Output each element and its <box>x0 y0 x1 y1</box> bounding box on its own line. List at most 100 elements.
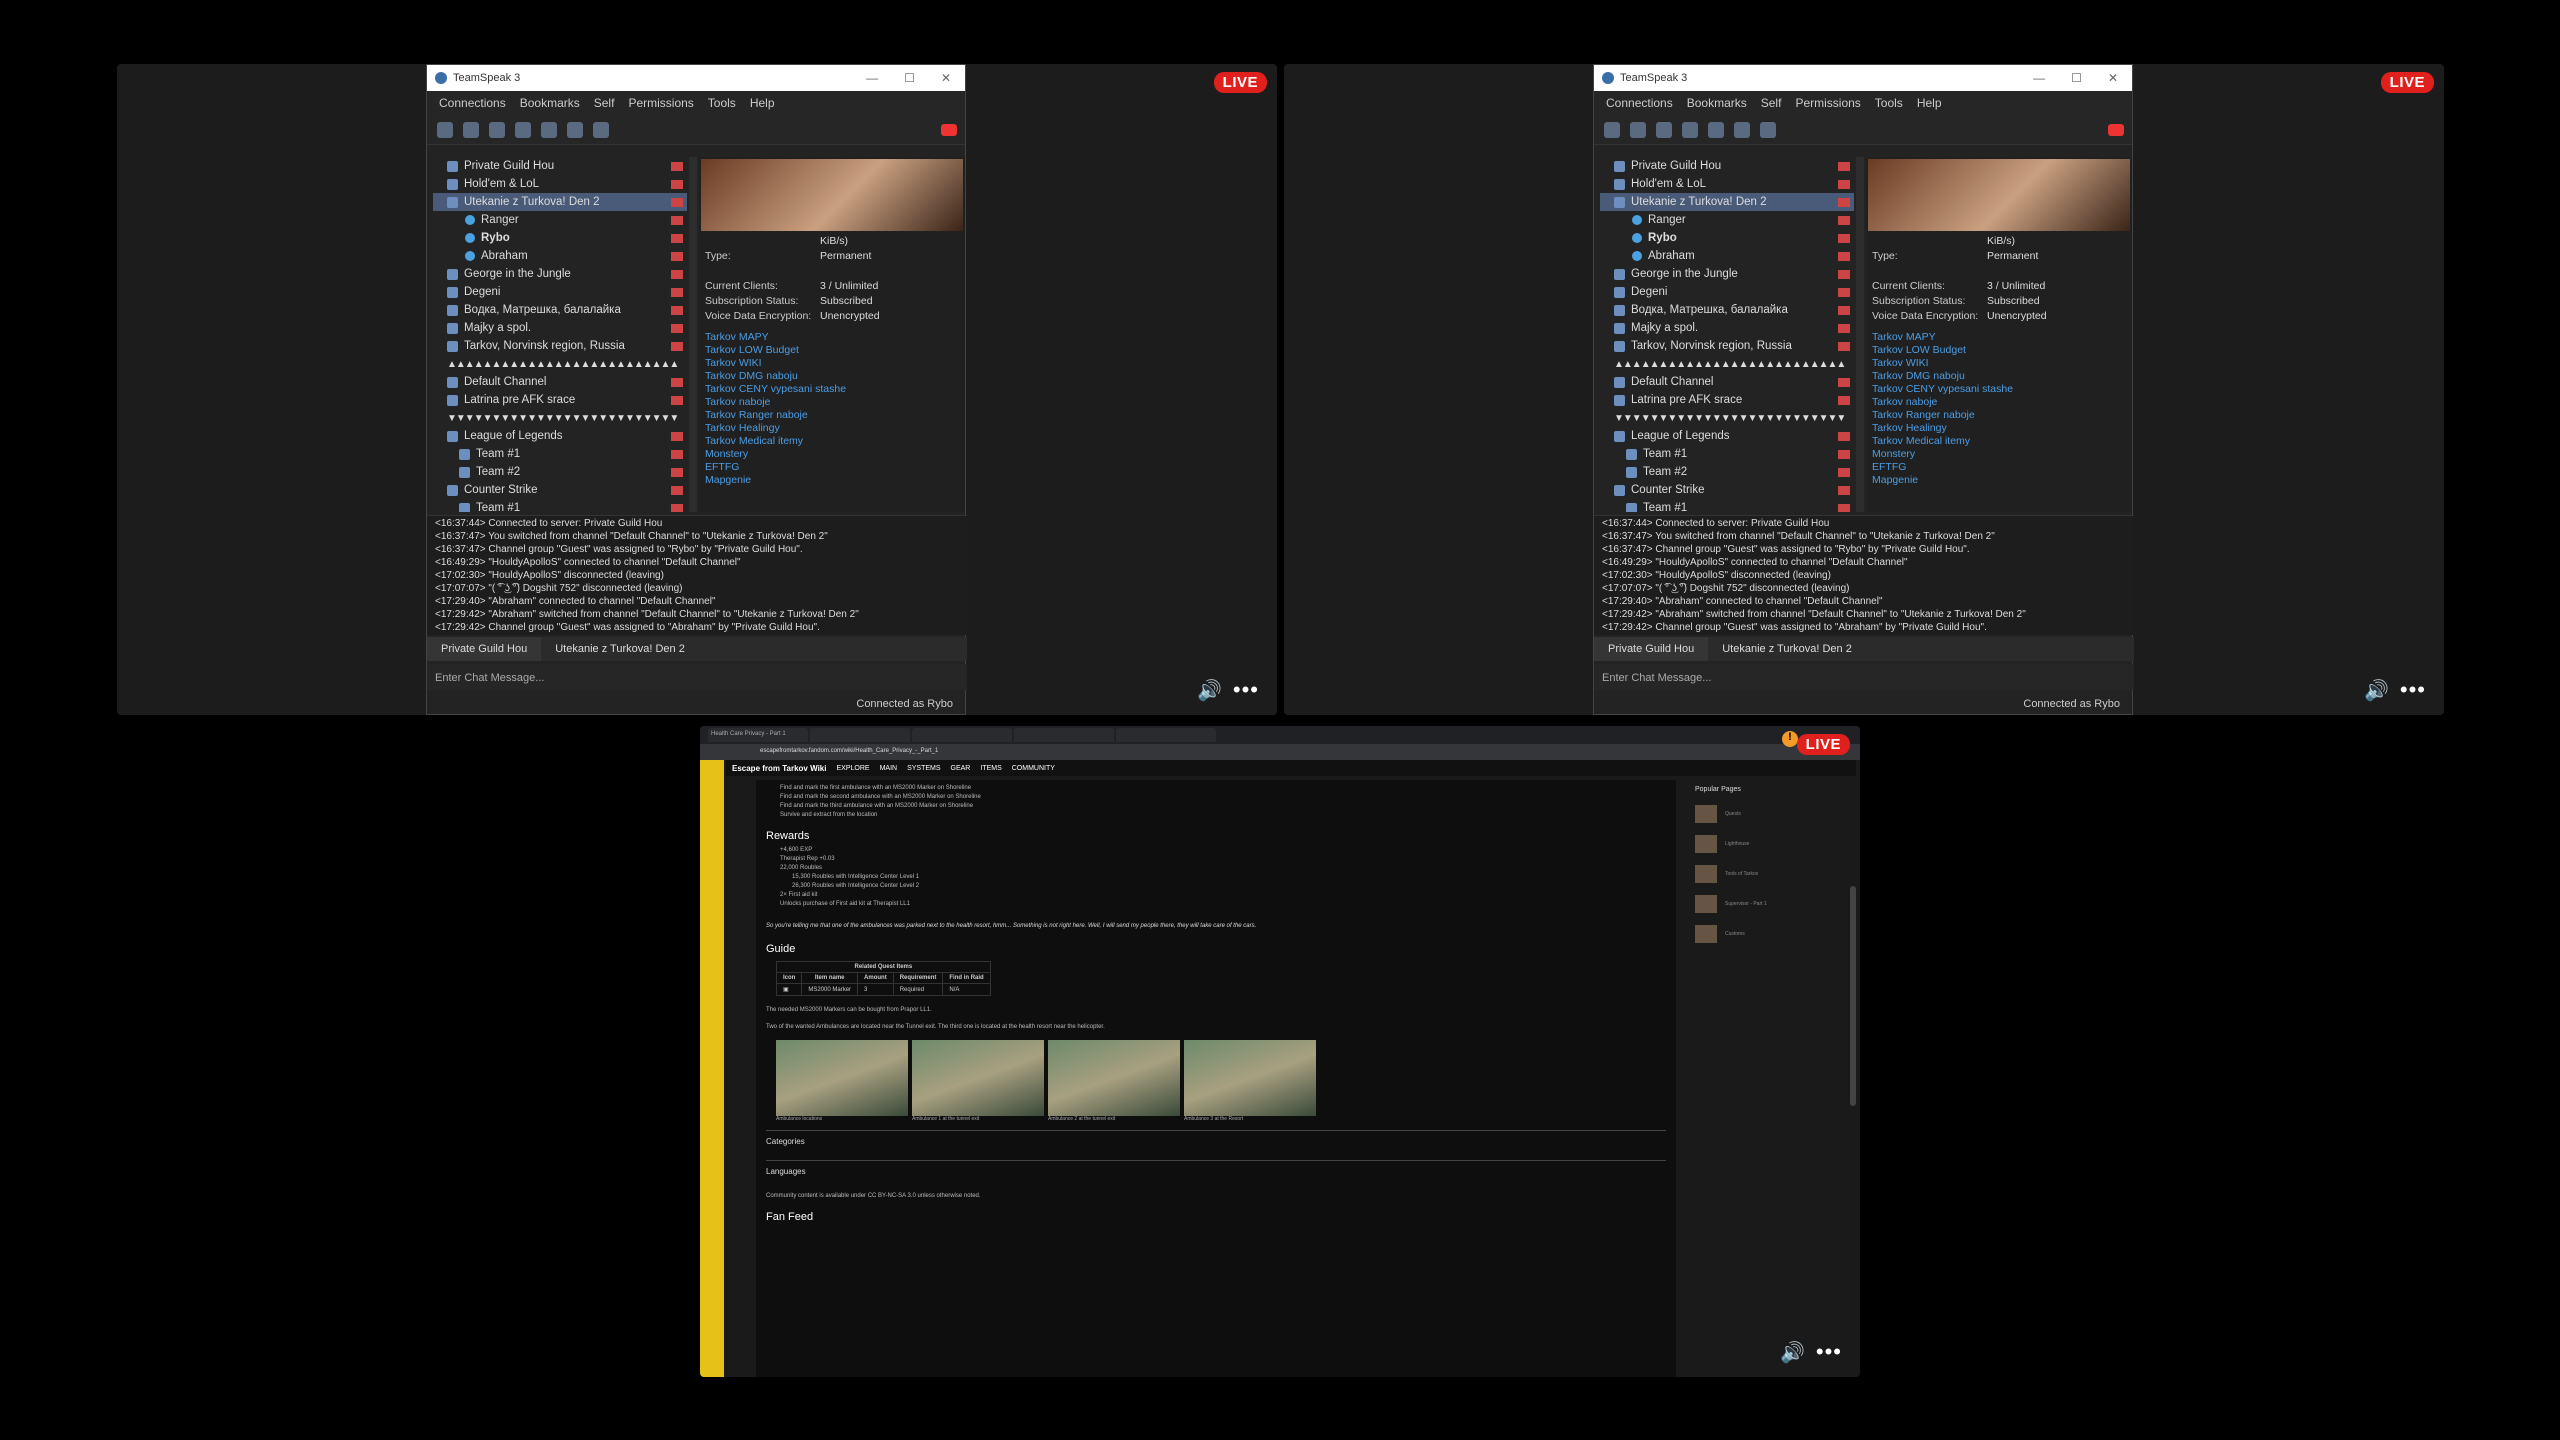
subscribe-icon[interactable] <box>1708 121 1724 138</box>
spacer[interactable]: ▼▼▼▼▼▼▼▼▼▼▼▼▼▼▼▼▼▼▼▼▼▼▼▼▼▼ <box>1600 409 1854 427</box>
popular-item[interactable]: Tools of Tarkov <box>1695 859 1855 889</box>
channel-link[interactable]: Tarkov Ranger naboje <box>1872 409 2126 422</box>
channel-link[interactable]: Mapgenie <box>1872 474 2126 487</box>
volume-icon[interactable]: 🔊 <box>1780 1340 1805 1365</box>
channel-item[interactable]: Degeni <box>1600 283 1854 301</box>
youtube-icon[interactable] <box>941 123 957 136</box>
channel-item[interactable]: Tarkov, Norvinsk region, Russia <box>433 337 687 355</box>
address-bar[interactable]: escapefromtarkov.fandom.com/wiki/Health_… <box>700 744 1860 760</box>
channel-item[interactable]: Degeni <box>433 283 687 301</box>
channel-item[interactable]: Utekanie z Turkova! Den 2 <box>1600 193 1854 211</box>
menu-bookmarks[interactable]: Bookmarks <box>520 96 580 110</box>
browser-tab[interactable] <box>1014 728 1114 742</box>
channel-link[interactable]: Tarkov WIKI <box>705 357 959 370</box>
tree-scrollbar[interactable] <box>689 157 697 512</box>
contacts-icon[interactable] <box>567 121 583 138</box>
channel-item[interactable]: Team #1 <box>433 445 687 463</box>
channel-item[interactable]: Tarkov, Norvinsk region, Russia <box>1600 337 1854 355</box>
channel-link[interactable]: Tarkov LOW Budget <box>705 344 959 357</box>
menu-permissions[interactable]: Permissions <box>1795 96 1860 110</box>
popular-item[interactable]: Customs <box>1695 919 1855 949</box>
channel-link[interactable]: Tarkov WIKI <box>1872 357 2126 370</box>
menu-bookmarks[interactable]: Bookmarks <box>1687 96 1747 110</box>
channel-item[interactable]: Default Channel <box>1600 373 1854 391</box>
channel-item[interactable]: Latrina pre AFK srace <box>1600 391 1854 409</box>
menu-permissions[interactable]: Permissions <box>628 96 693 110</box>
channel-link[interactable]: Monstery <box>705 448 959 461</box>
client-item[interactable]: Ranger <box>1600 211 1854 229</box>
channel-link[interactable]: Tarkov Medical itemy <box>705 435 959 448</box>
spacer[interactable]: ▼▼▼▼▼▼▼▼▼▼▼▼▼▼▼▼▼▼▼▼▼▼▼▼▼▼ <box>433 409 687 427</box>
nav-items[interactable]: ITEMS <box>980 765 1001 772</box>
tab-server[interactable]: Private Guild Hou <box>427 637 542 661</box>
channel-link[interactable]: Tarkov DMG naboju <box>1872 370 2126 383</box>
nav-explore[interactable]: EXPLORE <box>836 765 869 772</box>
client-item[interactable]: Ranger <box>433 211 687 229</box>
minimize-icon[interactable]: — <box>2033 71 2045 85</box>
tree-scrollbar[interactable] <box>1856 157 1864 512</box>
menu-help[interactable]: Help <box>750 96 775 110</box>
disconnect-icon[interactable] <box>437 121 453 138</box>
whisper-icon[interactable] <box>593 121 609 138</box>
menu-connections[interactable]: Connections <box>1606 96 1673 110</box>
spacer[interactable]: ▲▲▲▲▲▲▲▲▲▲▲▲▲▲▲▲▲▲▲▲▲▲▲▲▲▲ <box>1600 355 1854 373</box>
channel-link[interactable]: EFTFG <box>705 461 959 474</box>
channel-item[interactable]: George in the Jungle <box>1600 265 1854 283</box>
close-icon[interactable]: ✕ <box>941 71 951 85</box>
channel-link[interactable]: Tarkov Medical itemy <box>1872 435 2126 448</box>
nav-systems[interactable]: SYSTEMS <box>907 765 940 772</box>
channel-item[interactable]: Counter Strike <box>1600 481 1854 499</box>
tab-channel[interactable]: Utekanie z Turkova! Den 2 <box>1708 637 1866 661</box>
channel-item[interactable]: Private Guild Hou <box>433 157 687 175</box>
menu-help[interactable]: Help <box>1917 96 1942 110</box>
nav-main[interactable]: MAIN <box>880 765 898 772</box>
channel-item[interactable]: Counter Strike <box>433 481 687 499</box>
more-icon[interactable]: ••• <box>1816 1339 1842 1365</box>
channel-item[interactable]: Default Channel <box>433 373 687 391</box>
volume-icon[interactable]: 🔊 <box>2364 678 2389 703</box>
client-item[interactable]: Rybo <box>433 229 687 247</box>
channel-item[interactable]: Hold'em & LoL <box>1600 175 1854 193</box>
menu-tools[interactable]: Tools <box>1875 96 1903 110</box>
whisper-icon[interactable] <box>1760 121 1776 138</box>
youtube-icon[interactable] <box>2108 123 2124 136</box>
mute-mic-icon[interactable] <box>1630 121 1646 138</box>
channel-item[interactable]: Водка, Матрешка, балалайка <box>1600 301 1854 319</box>
menu-connections[interactable]: Connections <box>439 96 506 110</box>
channel-item[interactable]: George in the Jungle <box>433 265 687 283</box>
channel-item[interactable]: League of Legends <box>1600 427 1854 445</box>
contacts-icon[interactable] <box>1734 121 1750 138</box>
maximize-icon[interactable]: ☐ <box>904 71 915 85</box>
categories-toggle[interactable]: Categories <box>766 1130 1666 1152</box>
page-scrollbar[interactable] <box>1850 886 1856 1106</box>
channel-link[interactable]: Tarkov naboje <box>1872 396 2126 409</box>
minimize-icon[interactable]: — <box>866 71 878 85</box>
channel-item[interactable]: Private Guild Hou <box>1600 157 1854 175</box>
subscribe-icon[interactable] <box>541 121 557 138</box>
away-icon[interactable] <box>1682 121 1698 138</box>
channel-link[interactable]: Tarkov Ranger naboje <box>705 409 959 422</box>
warning-icon[interactable]: ! <box>1782 731 1798 747</box>
channel-link[interactable]: Tarkov naboje <box>705 396 959 409</box>
popular-item[interactable]: Supervisor - Part 1 <box>1695 889 1855 919</box>
chat-input[interactable]: Enter Chat Message... <box>427 664 967 690</box>
mute-mic-icon[interactable] <box>463 121 479 138</box>
channel-item[interactable]: Team #1 <box>433 499 687 512</box>
gallery-image[interactable] <box>1184 1040 1316 1116</box>
channel-link[interactable]: Tarkov CENY vypesani stashe <box>1872 383 2126 396</box>
chat-input[interactable]: Enter Chat Message... <box>1594 664 2134 690</box>
channel-item[interactable]: Hold'em & LoL <box>433 175 687 193</box>
wiki-title[interactable]: Escape from Tarkov Wiki <box>732 764 826 773</box>
mute-speakers-icon[interactable] <box>1656 121 1672 138</box>
tab-server[interactable]: Private Guild Hou <box>1594 637 1709 661</box>
channel-item[interactable]: Team #1 <box>1600 499 1854 512</box>
channel-link[interactable]: Monstery <box>1872 448 2126 461</box>
maximize-icon[interactable]: ☐ <box>2071 71 2082 85</box>
gallery-image[interactable] <box>776 1040 908 1116</box>
gallery-image[interactable] <box>912 1040 1044 1116</box>
channel-item[interactable]: Majky a spol. <box>433 319 687 337</box>
more-icon[interactable]: ••• <box>1233 677 1259 703</box>
browser-tab[interactable] <box>912 728 1012 742</box>
client-item[interactable]: Rybo <box>1600 229 1854 247</box>
channel-item[interactable]: Team #1 <box>1600 445 1854 463</box>
